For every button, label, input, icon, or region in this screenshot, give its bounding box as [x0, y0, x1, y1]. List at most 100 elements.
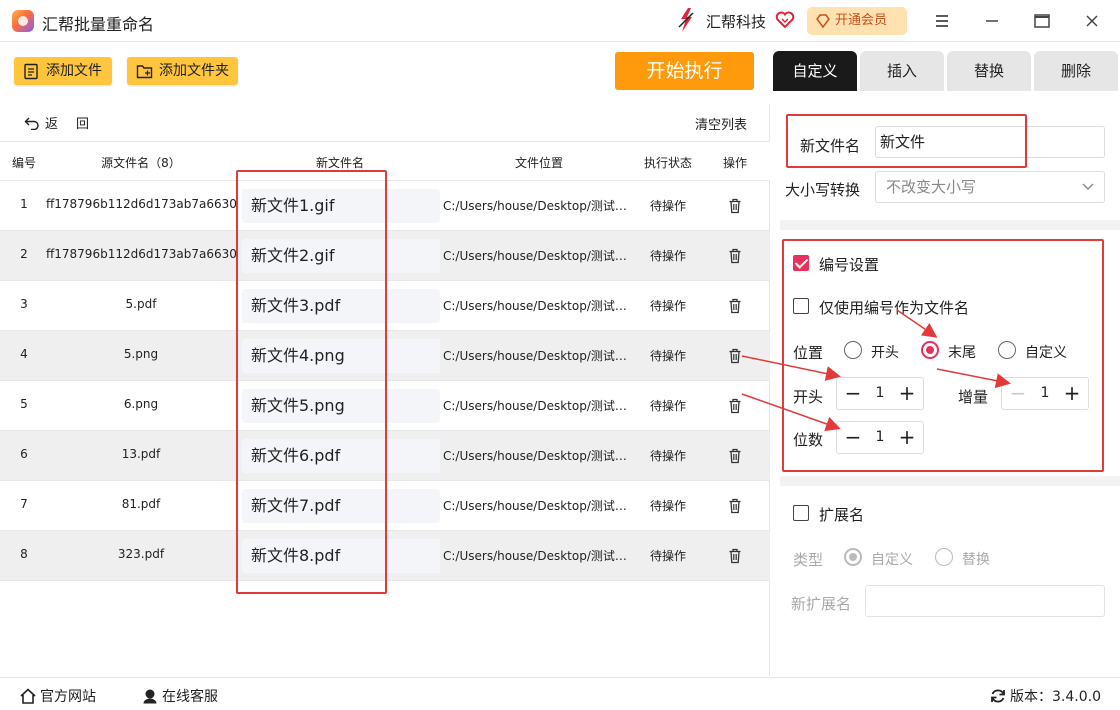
heart-icon[interactable]	[775, 11, 795, 29]
row-source-name: ff178796b112d6d173ab7a66309...	[46, 247, 236, 261]
increment-stepper[interactable]: − 1 +	[1001, 377, 1089, 410]
row-number: 3	[20, 297, 28, 311]
row-new-name: 新文件1.gif	[242, 189, 440, 223]
trash-icon[interactable]	[727, 448, 743, 464]
header-path: 文件位置	[514, 156, 563, 170]
type-custom-radio[interactable]	[844, 548, 862, 566]
maximize-icon[interactable]	[1030, 9, 1054, 33]
vip-button[interactable]: 开通会员	[807, 7, 907, 35]
digits-minus-button[interactable]: −	[839, 422, 867, 453]
new-name-input[interactable]: 新文件	[875, 126, 1105, 158]
new-name-label: 新文件名	[800, 137, 861, 155]
refresh-icon	[991, 689, 1005, 703]
start-plus-button[interactable]: +	[893, 378, 921, 409]
row-source-name: 13.pdf	[121, 447, 161, 461]
back-label-2: 回	[76, 117, 90, 132]
row-status: 待操作	[649, 399, 686, 413]
tab-delete[interactable]: 删除	[1034, 51, 1118, 91]
row-path: C:/Users/house/Desktop/测试资...	[443, 299, 635, 313]
digits-plus-button[interactable]: +	[893, 422, 921, 453]
tab-insert[interactable]: 插入	[860, 51, 944, 91]
back-button[interactable]: 返回	[24, 113, 89, 132]
official-site-link[interactable]: 官方网站	[20, 686, 96, 706]
row-number: 4	[20, 347, 28, 361]
table-row[interactable]: 3 5.pdf 新文件3.pdf C:/Users/house/Desktop/测试资…	[0, 281, 770, 331]
row-new-name: 新文件2.gif	[242, 239, 440, 273]
trash-icon[interactable]	[727, 298, 743, 314]
type-label: 类型	[793, 551, 824, 569]
increment-minus-button[interactable]: −	[1004, 378, 1032, 409]
add-file-button[interactable]: 添加文件	[14, 57, 112, 85]
start-stepper[interactable]: − 1 +	[836, 377, 924, 410]
brand-name: 汇帮科技	[706, 13, 767, 31]
row-source-name: 5.png	[123, 347, 159, 361]
close-icon[interactable]	[1080, 9, 1104, 33]
table-row[interactable]: 1 ff178796b112d6d173ab7a66309... 新文件1.gif C…	[0, 181, 770, 231]
support-label: 在线客服	[162, 689, 218, 705]
row-number: 5	[20, 397, 28, 411]
file-list-panel: 返回 清空列表 编号 源文件名（8） 新文件名 文件位置 执行状态 操作 1 ff…	[0, 104, 770, 676]
case-label: 大小写转换	[785, 181, 861, 199]
row-number: 2	[20, 247, 28, 261]
table-row[interactable]: 5 6.png 新文件5.png C:/Users/house/Desktop/测试资…	[0, 381, 770, 431]
trash-icon[interactable]	[727, 398, 743, 414]
tab-custom[interactable]: 自定义	[773, 51, 857, 91]
position-start-radio[interactable]	[844, 341, 862, 359]
row-source-name: 6.png	[123, 397, 159, 411]
position-end-radio[interactable]	[921, 341, 939, 359]
start-minus-button[interactable]: −	[839, 378, 867, 409]
numbering-checkbox[interactable]	[793, 255, 809, 271]
chevron-down-icon	[1082, 183, 1094, 190]
header-num: 编号	[11, 156, 36, 170]
new-ext-input[interactable]	[865, 585, 1105, 617]
digits-value[interactable]: 1	[867, 422, 893, 453]
clear-list-button[interactable]: 清空列表	[695, 114, 747, 133]
add-file-label: 添加文件	[46, 63, 102, 79]
row-new-name: 新文件7.pdf	[242, 489, 440, 523]
header-status: 执行状态	[643, 156, 692, 170]
extension-checkbox[interactable]	[793, 505, 809, 521]
menu-icon[interactable]	[930, 9, 954, 33]
row-status: 待操作	[649, 549, 686, 563]
increment-plus-button[interactable]: +	[1058, 378, 1086, 409]
trash-icon[interactable]	[727, 348, 743, 364]
table-row[interactable]: 4 5.png 新文件4.png C:/Users/house/Desktop/测试资…	[0, 331, 770, 381]
header-new-name: 新文件名	[315, 156, 364, 170]
table-row[interactable]: 2 ff178796b112d6d173ab7a66309... 新文件2.gif C…	[0, 231, 770, 281]
case-select[interactable]: 不改变大小写	[875, 171, 1105, 203]
undo-icon	[24, 117, 39, 131]
row-status: 待操作	[649, 249, 686, 263]
digits-stepper[interactable]: − 1 +	[836, 421, 924, 454]
row-source-name: 323.pdf	[117, 547, 165, 561]
minimize-icon[interactable]	[980, 9, 1004, 33]
position-custom-radio[interactable]	[998, 341, 1016, 359]
back-label: 返	[45, 117, 59, 132]
trash-icon[interactable]	[727, 548, 743, 564]
start-value[interactable]: 1	[867, 378, 893, 409]
type-replace-label: 替换	[962, 552, 990, 568]
version-number: 3.4.0.0	[1052, 689, 1101, 705]
support-link[interactable]: 在线客服	[142, 686, 218, 706]
tab-replace[interactable]: 替换	[947, 51, 1031, 91]
row-status: 待操作	[649, 199, 686, 213]
table-row[interactable]: 8 323.pdf 新文件8.pdf C:/Users/house/Desktop/测…	[0, 531, 770, 581]
digits-label: 位数	[793, 431, 824, 449]
diamond-icon	[816, 14, 830, 28]
table-row[interactable]: 6 13.pdf 新文件6.pdf C:/Users/house/Desktop/测试…	[0, 431, 770, 481]
trash-icon[interactable]	[727, 248, 743, 264]
title-bar: 汇帮批量重命名 汇帮科技 开通会员	[0, 0, 1120, 42]
add-folder-button[interactable]: 添加文件夹	[127, 57, 238, 85]
type-replace-radio[interactable]	[935, 548, 953, 566]
increment-value[interactable]: 1	[1032, 378, 1058, 409]
table-row[interactable]: 7 81.pdf 新文件7.pdf C:/Users/house/Desktop/测试…	[0, 481, 770, 531]
trash-icon[interactable]	[727, 498, 743, 514]
start-button[interactable]: 开始执行	[615, 52, 754, 90]
trash-icon[interactable]	[727, 198, 743, 214]
header-action: 操作	[722, 156, 747, 170]
row-source-name: 5.pdf	[125, 297, 157, 311]
settings-card: 新文件名 新文件 大小写转换 不改变大小写 编号设置 仅使用编号作为文件名 位置…	[780, 104, 1120, 664]
brand-logo-icon	[678, 8, 694, 32]
position-start-label: 开头	[871, 345, 899, 361]
increment-label: 增量	[958, 388, 989, 406]
only-number-checkbox[interactable]	[793, 298, 809, 314]
